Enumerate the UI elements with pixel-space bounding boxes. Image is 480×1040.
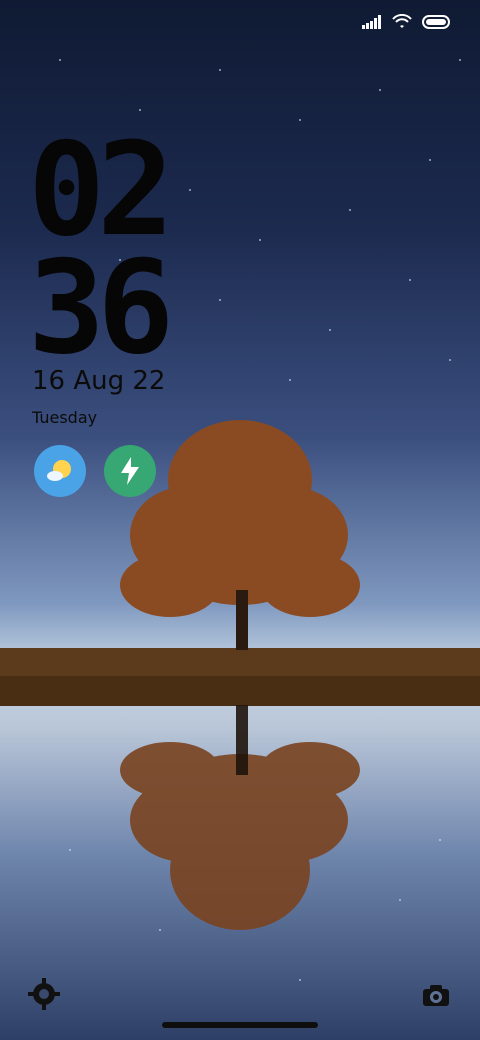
clock-hours: 02: [28, 116, 174, 265]
camera-icon[interactable]: [422, 983, 450, 1007]
settings-icon[interactable]: [28, 978, 60, 1010]
home-indicator[interactable]: [162, 1022, 318, 1028]
battery-icon: [422, 15, 450, 29]
signal-icon: [362, 15, 381, 29]
clock-minutes: 36: [28, 233, 174, 383]
date-text: 16 Aug 22: [32, 366, 166, 396]
wifi-icon: [392, 14, 412, 28]
tree-illustration: [0, 420, 480, 930]
lock-clock: 02 36: [28, 116, 174, 383]
status-bar: [362, 14, 452, 30]
